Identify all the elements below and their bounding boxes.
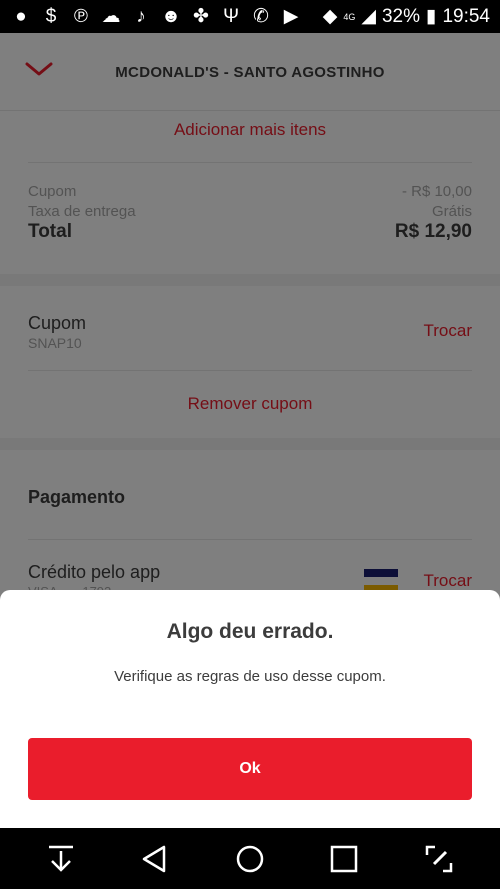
usb-icon: Ψ [223,6,239,27]
capture-icon[interactable] [423,843,455,875]
dollar-icon: $ [45,6,57,27]
status-bar: ● $ ℗ ☁ ♪ ☻ ✤ Ψ ✆ ▶ ◆ 4G ◢ 32% ▮ 19:54 [0,0,500,33]
face-icon: ☻ [161,6,181,27]
youtube-icon: ▶ [283,6,299,27]
chat-icon: ● [15,6,27,27]
clock: 19:54 [442,5,490,27]
back-icon[interactable] [139,843,171,875]
pinwheel-icon: ✤ [193,6,209,27]
dialog-title: Algo deu errado. [166,620,334,643]
notification-icons: ● $ ℗ ☁ ♪ ☻ ✤ Ψ ✆ ▶ [10,7,302,26]
notification-shade-icon[interactable] [45,843,77,875]
navigation-bar [0,828,500,889]
weather-icon: ☁ [101,6,121,27]
error-dialog: Algo deu errado. Verifique as regras de … [0,590,500,828]
bell-icon: ♪ [136,6,146,27]
signal-label: 4G [343,11,356,22]
battery-percent: 32% [381,5,420,27]
recent-apps-icon[interactable] [328,843,360,875]
system-indicators: ◆ 4G ◢ 32% ▮ 19:54 [323,5,490,28]
signal-icon: ◢ [361,6,376,27]
wifi-icon: ◆ [322,6,338,27]
dialog-message: Verifique as regras de uso desse cupom. [114,668,386,685]
battery-icon: ▮ [425,6,437,27]
pinterest-icon: ℗ [74,6,88,27]
ok-button[interactable]: Ok [28,738,472,800]
whatsapp-icon: ✆ [253,6,269,27]
home-icon[interactable] [234,843,266,875]
